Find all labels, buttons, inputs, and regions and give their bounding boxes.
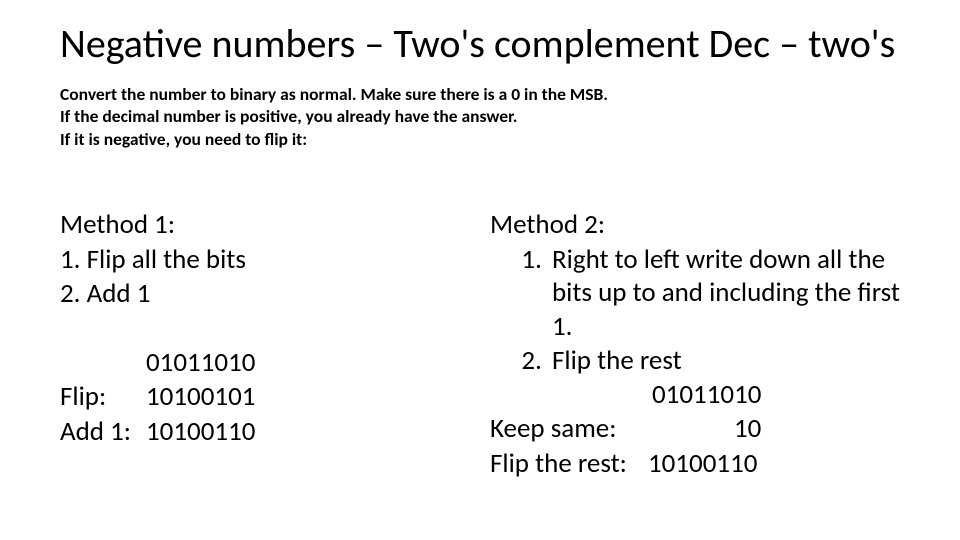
method-1-step-2: 2. Add 1 bbox=[60, 277, 470, 312]
intro-line-3: If it is negative, you need to flip it: bbox=[60, 128, 307, 150]
intro-text: Convert the number to binary as normal. … bbox=[60, 83, 900, 150]
method-2-work: 01011010 Keep same: 10 Flip the rest: 10… bbox=[490, 378, 900, 482]
method-2-flip-value: 10100110 bbox=[648, 447, 757, 482]
method-1-heading: Method 1: bbox=[60, 208, 470, 243]
method-1-step-1: 1. Flip all the bits bbox=[60, 243, 470, 278]
method-1-add-label: Add 1: bbox=[60, 415, 146, 450]
method-2-keep-label: Keep same: bbox=[490, 412, 648, 447]
intro-line-1: Convert the number to binary as normal. … bbox=[60, 83, 608, 105]
method-2-step-2: Flip the rest bbox=[548, 344, 900, 378]
method-1-steps: 1. Flip all the bits 2. Add 1 bbox=[60, 243, 470, 312]
method-1-flip-value: 10100101 bbox=[146, 380, 255, 415]
method-2-heading: Method 2: bbox=[490, 208, 900, 243]
method-2-keep-value: 10 bbox=[648, 412, 761, 447]
method-1-work: 01011010 Flip: 10100101 Add 1: 10100110 bbox=[60, 346, 470, 450]
method-2-flip-label: Flip the rest: bbox=[490, 447, 648, 482]
methods-columns: Method 1: 1. Flip all the bits 2. Add 1 … bbox=[60, 208, 900, 481]
method-2-column: Method 2: Right to left write down all t… bbox=[490, 208, 900, 481]
method-2-steps: Right to left write down all the bits up… bbox=[490, 243, 900, 378]
method-1-column: Method 1: 1. Flip all the bits 2. Add 1 … bbox=[60, 208, 490, 481]
slide-title: Negative numbers – Two's complement Dec … bbox=[60, 22, 900, 67]
intro-line-2: If the decimal number is positive, you a… bbox=[60, 105, 517, 127]
slide: Negative numbers – Two's complement Dec … bbox=[0, 0, 960, 540]
method-2-original-bits: 01011010 bbox=[490, 378, 761, 413]
method-1-original-bits: 01011010 bbox=[146, 346, 255, 381]
method-1-flip-label: Flip: bbox=[60, 380, 146, 415]
method-1-add-value: 10100110 bbox=[146, 415, 255, 450]
method-2-step-1: Right to left write down all the bits up… bbox=[548, 243, 900, 344]
method-1-original-label bbox=[60, 346, 146, 381]
